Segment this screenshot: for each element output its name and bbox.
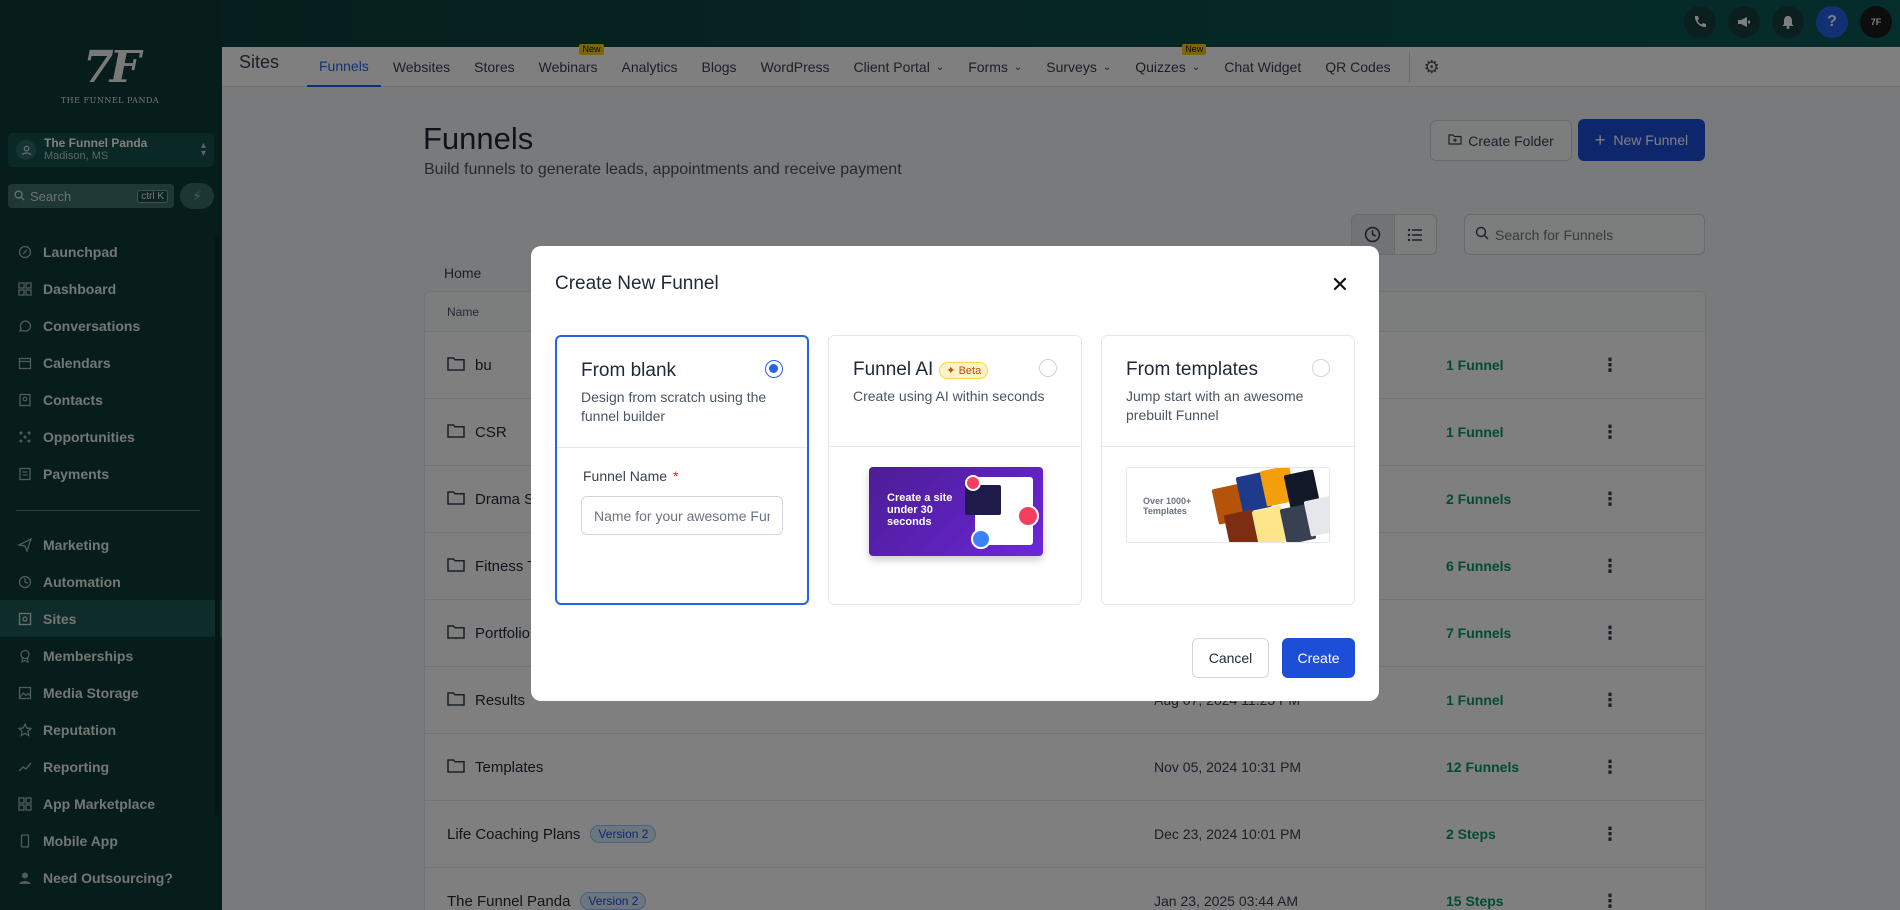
cancel-button[interactable]: Cancel [1192,638,1269,678]
option-from-blank[interactable]: From blank Design from scratch using the… [555,335,809,605]
option-from-templates[interactable]: From templates Jump start with an awesom… [1101,335,1355,605]
funnel-ai-preview: Create a site under 30 seconds [869,467,1043,556]
radio-funnel-ai[interactable] [1039,359,1057,377]
option-title-text: Funnel AI [853,359,934,380]
funnel-name-input[interactable] [581,496,783,535]
option-description: Jump start with an awesome prebuilt Funn… [1126,388,1304,423]
funnel-name-label: Funnel Name * [583,468,679,484]
modal-title: Create New Funnel [555,273,719,294]
option-title: Funnel AI ✦ Beta [853,359,1057,381]
ai-preview-badge [1017,505,1039,527]
radio-from-blank[interactable] [765,360,783,378]
ai-preview-badge [971,529,991,549]
option-funnel-ai[interactable]: Funnel AI ✦ Beta Create using AI within … [828,335,1082,605]
close-icon[interactable]: ✕ [1328,273,1352,297]
sparkle-icon: ✦ [946,364,956,377]
templates-preview-text: Over 1000+ Templates [1143,496,1192,516]
create-funnel-modal: Create New Funnel ✕ From blank Design fr… [531,246,1379,701]
option-description: Create using AI within seconds [853,388,1045,404]
ai-preview-badge [965,475,981,491]
option-description: Design from scratch using the funnel bui… [581,389,767,424]
option-title: From templates [1126,359,1258,380]
create-button[interactable]: Create [1282,638,1355,678]
templates-preview: Over 1000+ Templates [1126,467,1330,543]
beta-badge: ✦ Beta [939,361,989,379]
ai-preview-text: Create a site under 30 seconds [887,492,953,528]
radio-from-templates[interactable] [1312,359,1330,377]
option-title: From blank [581,360,677,381]
